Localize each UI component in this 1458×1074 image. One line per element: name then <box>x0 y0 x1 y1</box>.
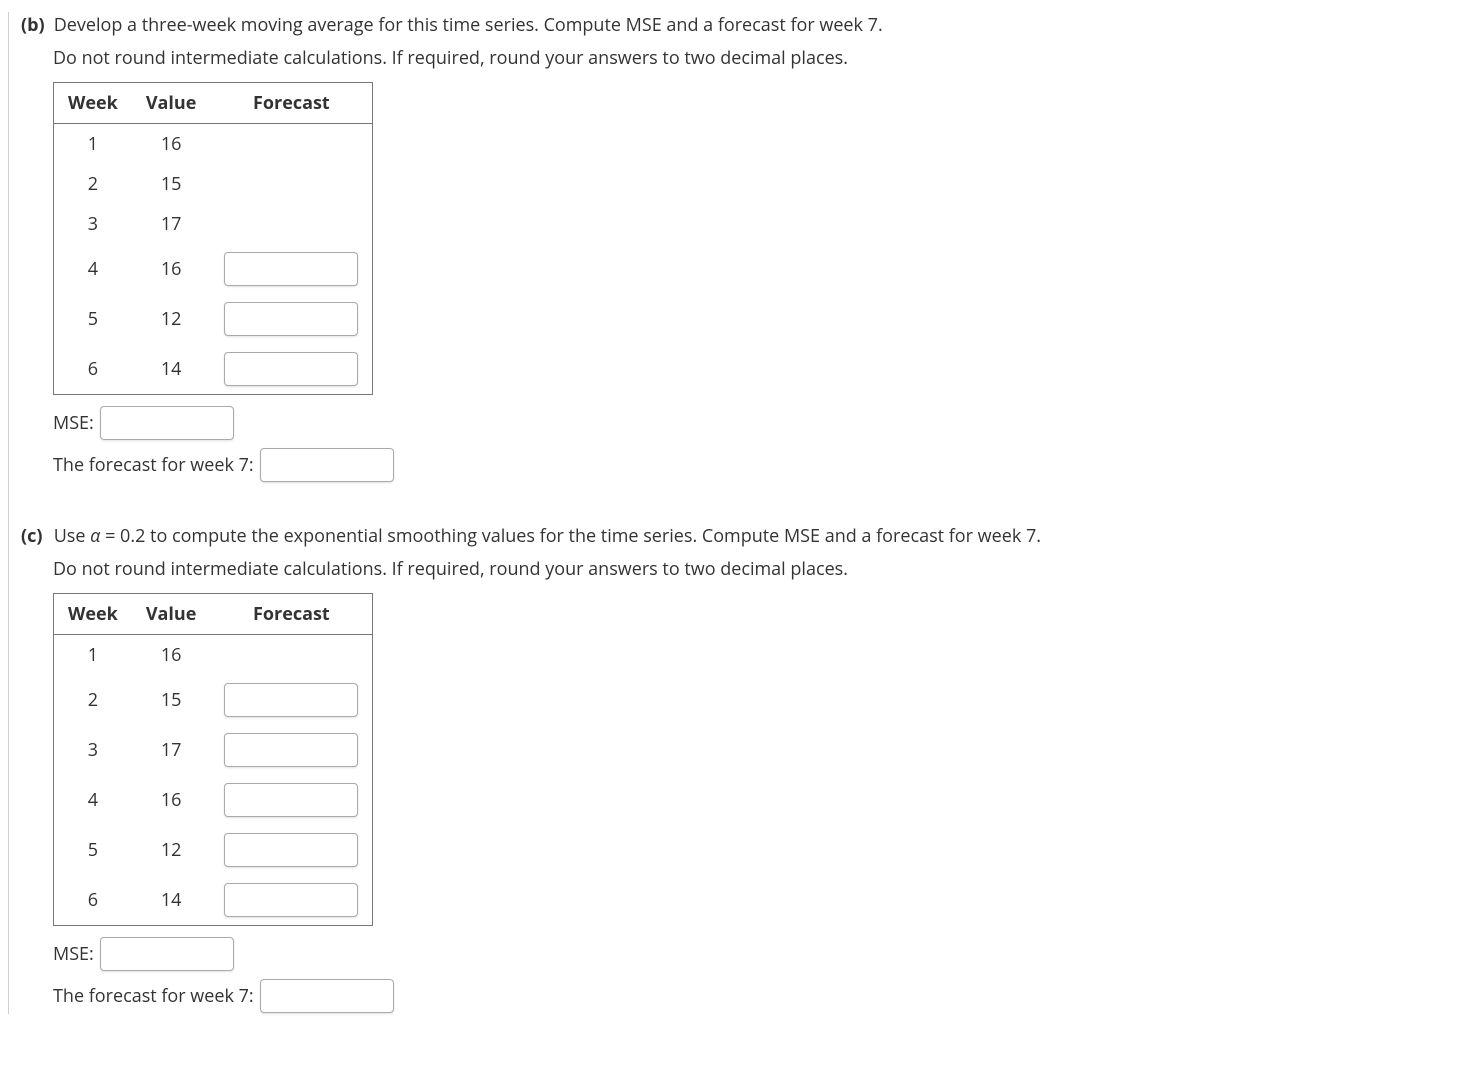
week-cell: 4 <box>54 775 132 825</box>
part-b-prompt: Develop a three-week moving average for … <box>54 13 883 37</box>
table-row: 116 <box>54 124 373 165</box>
value-cell: 16 <box>132 244 211 294</box>
table-c-head-row: Week Value Forecast <box>54 594 373 635</box>
mse-row-c: MSE: <box>53 936 1458 972</box>
forecast-cell <box>210 635 373 676</box>
col-forecast-header: Forecast <box>210 83 373 124</box>
table-row: 416 <box>54 244 373 294</box>
week-cell: 6 <box>54 875 132 926</box>
table-row: 614 <box>54 344 373 395</box>
forecast-cell <box>210 124 373 165</box>
table-row: 512 <box>54 825 373 875</box>
table-row: 416 <box>54 775 373 825</box>
value-cell: 16 <box>132 635 211 676</box>
forecast-input-c-w4[interactable] <box>224 783 358 817</box>
mse-row-b: MSE: <box>53 405 1458 441</box>
value-cell: 16 <box>132 124 211 165</box>
table-row: 116 <box>54 635 373 676</box>
forecast-input-c-w3[interactable] <box>224 733 358 767</box>
forecast-input-c-w5[interactable] <box>224 833 358 867</box>
alpha-eq: = 0.2 <box>100 524 145 548</box>
forecast-input-c-w2[interactable] <box>224 683 358 717</box>
part-b: (b) Develop a three-week moving average … <box>21 12 1458 483</box>
mse-input-b[interactable] <box>100 406 234 440</box>
value-cell: 16 <box>132 775 211 825</box>
part-c-prompt-prefix: Use <box>54 524 90 548</box>
forecast-cell <box>210 775 373 825</box>
mse-label-c: MSE: <box>53 936 94 972</box>
question-container: (b) Develop a three-week moving average … <box>8 12 1458 1014</box>
table-row: 317 <box>54 204 373 244</box>
forecast-input-b-w6[interactable] <box>224 352 358 386</box>
forecast-input-b-w4[interactable] <box>224 252 358 286</box>
forecast-cell <box>210 294 373 344</box>
table-row: 317 <box>54 725 373 775</box>
forecast7-label-c: The forecast for week 7: <box>53 978 254 1014</box>
value-cell: 12 <box>132 825 211 875</box>
part-c: (c) Use α = 0.2 to compute the exponenti… <box>21 523 1458 1014</box>
table-row: 215 <box>54 164 373 204</box>
forecast-cell <box>210 725 373 775</box>
week-cell: 3 <box>54 204 132 244</box>
part-b-prompt-line1: (b) Develop a three-week moving average … <box>21 12 1458 39</box>
value-cell: 17 <box>132 204 211 244</box>
part-c-subprompt: Do not round intermediate calculations. … <box>53 556 1458 583</box>
week-cell: 3 <box>54 725 132 775</box>
part-c-followups: MSE: The forecast for week 7: <box>53 936 1458 1014</box>
value-cell: 15 <box>132 675 211 725</box>
week-cell: 5 <box>54 294 132 344</box>
forecast-cell <box>210 164 373 204</box>
value-cell: 12 <box>132 294 211 344</box>
table-row: 614 <box>54 875 373 926</box>
forecast-input-c-w6[interactable] <box>224 883 358 917</box>
alpha-var: α <box>90 524 100 548</box>
mse-input-c[interactable] <box>100 937 234 971</box>
part-c-prompt-suffix: to compute the exponential smoothing val… <box>145 524 1041 548</box>
forecast-cell <box>210 204 373 244</box>
forecast7-label-b: The forecast for week 7: <box>53 447 254 483</box>
part-b-label: (b) <box>21 12 49 39</box>
week-cell: 2 <box>54 164 132 204</box>
value-cell: 15 <box>132 164 211 204</box>
forecast7-input-b[interactable] <box>260 448 394 482</box>
table-row: 512 <box>54 294 373 344</box>
value-cell: 17 <box>132 725 211 775</box>
table-b-head-row: Week Value Forecast <box>54 83 373 124</box>
forecast7-row-c: The forecast for week 7: <box>53 978 1458 1014</box>
forecast-cell <box>210 875 373 926</box>
week-cell: 5 <box>54 825 132 875</box>
week-cell: 6 <box>54 344 132 395</box>
forecast-cell <box>210 825 373 875</box>
forecast-input-b-w5[interactable] <box>224 302 358 336</box>
week-cell: 1 <box>54 635 132 676</box>
part-c-label: (c) <box>21 523 49 550</box>
part-b-followups: MSE: The forecast for week 7: <box>53 405 1458 483</box>
forecast7-input-c[interactable] <box>260 979 394 1013</box>
mse-label-b: MSE: <box>53 405 94 441</box>
table-row: 215 <box>54 675 373 725</box>
forecast-cell <box>210 244 373 294</box>
table-b: Week Value Forecast 116215317416512614 <box>53 82 373 395</box>
forecast-cell <box>210 675 373 725</box>
part-c-prompt-line1: (c) Use α = 0.2 to compute the exponenti… <box>21 523 1458 550</box>
table-c: Week Value Forecast 116215317416512614 <box>53 593 373 926</box>
col-value-header: Value <box>132 83 211 124</box>
col-week-header: Week <box>54 83 132 124</box>
col-forecast-header-c: Forecast <box>210 594 373 635</box>
col-value-header-c: Value <box>132 594 211 635</box>
week-cell: 2 <box>54 675 132 725</box>
value-cell: 14 <box>132 875 211 926</box>
forecast7-row-b: The forecast for week 7: <box>53 447 1458 483</box>
value-cell: 14 <box>132 344 211 395</box>
part-b-subprompt: Do not round intermediate calculations. … <box>53 45 1458 72</box>
col-week-header-c: Week <box>54 594 132 635</box>
week-cell: 4 <box>54 244 132 294</box>
forecast-cell <box>210 344 373 395</box>
week-cell: 1 <box>54 124 132 165</box>
